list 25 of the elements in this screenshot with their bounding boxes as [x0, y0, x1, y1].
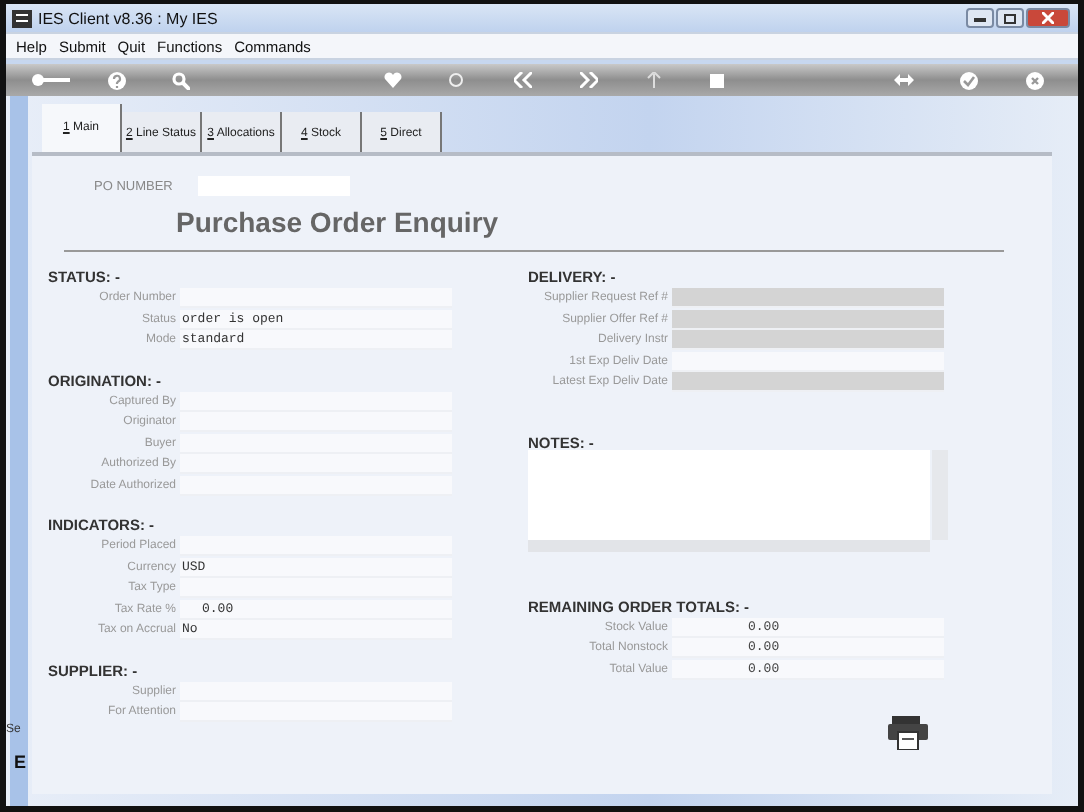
vertical-scrollbar[interactable]: [932, 449, 948, 539]
input-field[interactable]: [672, 351, 944, 372]
rewind-icon[interactable]: [514, 72, 532, 88]
window-title: IES Client v8.36 : My IES: [38, 9, 218, 27]
square-icon[interactable]: [710, 73, 724, 87]
fast-forward-icon[interactable]: [580, 72, 598, 88]
key-icon[interactable]: [30, 72, 70, 88]
maximize-button[interactable]: [996, 8, 1024, 28]
up-arrow-icon[interactable]: [646, 72, 662, 88]
swap-icon[interactable]: [894, 72, 914, 88]
heart-icon[interactable]: [384, 72, 402, 88]
check-icon[interactable]: [960, 71, 978, 89]
close-icon[interactable]: [1026, 71, 1044, 89]
minimize-button[interactable]: [966, 8, 994, 28]
maximize-icon: [1004, 13, 1016, 23]
form-title: Purchase Order Enquiry: [176, 206, 501, 238]
printer-icon[interactable]: [888, 716, 928, 750]
close-icon: [1042, 12, 1054, 24]
side-label: E: [14, 752, 27, 772]
close-button[interactable]: [1026, 8, 1070, 28]
notes-area[interactable]: [528, 449, 948, 551]
minimize-icon: [974, 14, 986, 22]
search-icon[interactable]: [172, 71, 190, 89]
app-icon: [12, 9, 32, 27]
help-icon[interactable]: [108, 71, 126, 89]
